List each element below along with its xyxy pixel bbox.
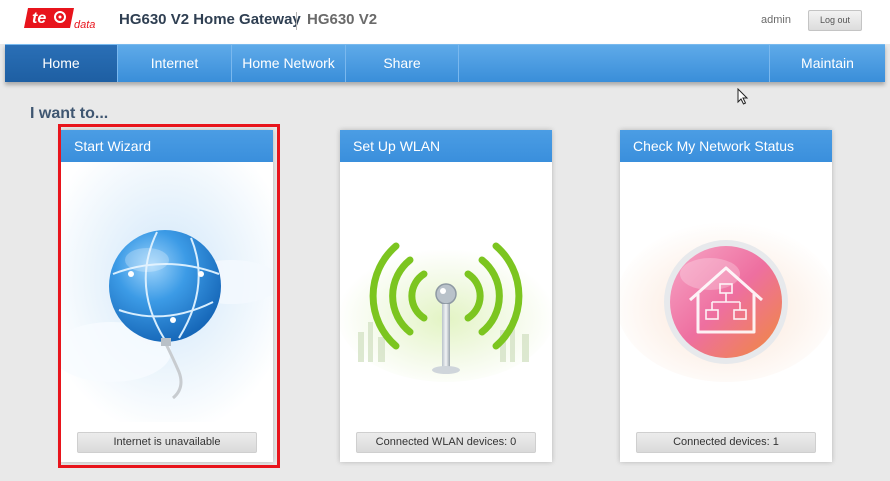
globe-icon — [61, 162, 273, 422]
wlan-devices-status: Connected WLAN devices: 0 — [356, 432, 536, 453]
wifi-antenna-icon — [340, 162, 552, 422]
logo-subtext: data — [74, 19, 95, 31]
nav-tab-maintain[interactable]: Maintain — [769, 45, 885, 82]
home-network-icon — [620, 162, 832, 422]
mouse-cursor-icon — [737, 88, 749, 105]
username: admin — [761, 14, 791, 26]
te-data-logo[interactable]: te data — [24, 6, 102, 34]
connected-devices-status: Connected devices: 1 — [636, 432, 816, 453]
card-title: Start Wizard — [61, 130, 273, 162]
nav-tab-internet[interactable]: Internet — [118, 45, 232, 82]
nav-tab-home-network[interactable]: Home Network — [232, 45, 346, 82]
internet-status: Internet is unavailable — [77, 432, 257, 453]
title-divider — [296, 12, 297, 30]
card-title: Check My Network Status — [620, 130, 832, 162]
header: te data HG630 V2 Home Gateway HG630 V2 a… — [0, 0, 890, 44]
svg-text:te: te — [32, 10, 46, 27]
network-status-card[interactable]: Check My Network Status Connected device… — [620, 130, 832, 462]
product-title: HG630 V2 Home Gateway — [119, 11, 301, 28]
set-up-wlan-card[interactable]: Set Up WLAN Connected WLAN devices: 0 — [340, 130, 552, 462]
logout-button[interactable]: Log out — [808, 10, 862, 31]
card-title: Set Up WLAN — [340, 130, 552, 162]
start-wizard-card[interactable]: Start Wizard Internet is unavailable — [61, 130, 273, 462]
main-nav: Home Internet Home Network Share Maintai… — [5, 44, 885, 82]
section-heading: I want to... — [30, 105, 109, 122]
nav-tab-home[interactable]: Home — [5, 45, 118, 82]
model-name: HG630 V2 — [307, 11, 378, 28]
nav-tab-share[interactable]: Share — [346, 45, 459, 82]
